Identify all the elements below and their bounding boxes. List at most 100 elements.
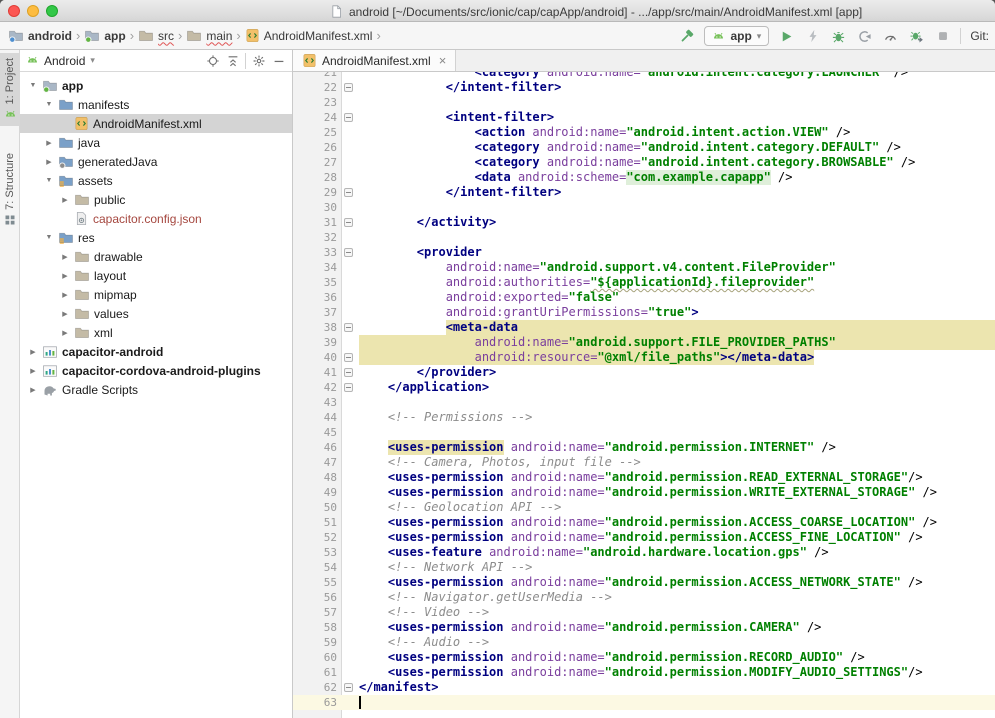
chevron-down-icon[interactable]: ▾: [90, 55, 95, 66]
code-line-51[interactable]: <uses-permission android:name="android.p…: [359, 515, 995, 530]
tree-item-xml[interactable]: ▶xml: [20, 323, 292, 342]
code-line-32[interactable]: [359, 230, 995, 245]
code-line-41[interactable]: </provider>: [359, 365, 995, 380]
tree-item-java[interactable]: ▶java: [20, 133, 292, 152]
collapse-all-button[interactable]: [225, 53, 240, 68]
profiler-button[interactable]: [882, 28, 899, 45]
breadcrumb-item[interactable]: android: [8, 28, 72, 44]
tree-item-assets[interactable]: ▼assets: [20, 171, 292, 190]
tree-item-generatedjava[interactable]: ▶generatedJava: [20, 152, 292, 171]
code-line-60[interactable]: <uses-permission android:name="android.p…: [359, 650, 995, 665]
code-line-46[interactable]: <uses-permission android:name="android.p…: [359, 440, 995, 455]
code-line-56[interactable]: <!-- Navigator.getUserMedia -->: [359, 590, 995, 605]
code-line-61[interactable]: <uses-permission android:name="android.p…: [359, 665, 995, 680]
code-line-44[interactable]: <!-- Permissions -->: [359, 410, 995, 425]
run-config-select[interactable]: app ▾: [704, 26, 769, 46]
code-line-47[interactable]: <!-- Camera, Photos, input file -->: [359, 455, 995, 470]
attach-debugger-button[interactable]: [908, 28, 925, 45]
code-line-27[interactable]: <category android:name="android.intent.c…: [359, 155, 995, 170]
tree-item-values[interactable]: ▶values: [20, 304, 292, 323]
fold-marker-icon[interactable]: [344, 218, 353, 227]
tree-expand-arrow[interactable]: ▶: [60, 253, 70, 261]
code-line-22[interactable]: </intent-filter>: [359, 80, 995, 95]
code-line-39[interactable]: android:name="android.support.FILE_PROVI…: [359, 335, 995, 350]
code-line-50[interactable]: <!-- Geolocation API -->: [359, 500, 995, 515]
code-line-52[interactable]: <uses-permission android:name="android.p…: [359, 530, 995, 545]
structure-tool-button[interactable]: 7: Structure: [0, 148, 20, 231]
breadcrumb-item[interactable]: app: [84, 28, 125, 44]
tree-item-capacitor-config-json[interactable]: capacitor.config.json: [20, 209, 292, 228]
build-hammer-icon[interactable]: [678, 28, 695, 45]
hide-panel-button[interactable]: [271, 53, 286, 68]
run-button[interactable]: [778, 28, 795, 45]
code-line-34[interactable]: android:name="android.support.v4.content…: [359, 260, 995, 275]
code-line-30[interactable]: [359, 200, 995, 215]
code-line-24[interactable]: <intent-filter>: [359, 110, 995, 125]
locate-file-button[interactable]: [205, 53, 220, 68]
tree-item-public[interactable]: ▶public: [20, 190, 292, 209]
project-tool-button[interactable]: 1: Project: [0, 53, 20, 126]
code-line-55[interactable]: <uses-permission android:name="android.p…: [359, 575, 995, 590]
tree-expand-arrow[interactable]: ▶: [60, 291, 70, 299]
breadcrumb-item[interactable]: src: [138, 28, 174, 44]
fold-marker-icon[interactable]: [344, 383, 353, 392]
code-line-58[interactable]: <uses-permission android:name="android.p…: [359, 620, 995, 635]
close-icon[interactable]: ×: [439, 53, 447, 68]
tree-expand-arrow[interactable]: ▶: [60, 310, 70, 318]
tree-item-mipmap[interactable]: ▶mipmap: [20, 285, 292, 304]
code-line-33[interactable]: <provider: [359, 245, 995, 260]
code-line-63[interactable]: [359, 695, 995, 710]
code-line-21[interactable]: <category android:name="android.intent.c…: [359, 72, 995, 80]
tree-item-gradle-scripts[interactable]: ▶Gradle Scripts: [20, 380, 292, 399]
code-line-29[interactable]: </intent-filter>: [359, 185, 995, 200]
code-line-62[interactable]: </manifest>: [359, 680, 995, 695]
tree-expand-arrow[interactable]: ▶: [28, 367, 38, 375]
fold-marker-icon[interactable]: [344, 83, 353, 92]
tree-expand-arrow[interactable]: ▼: [28, 82, 38, 89]
tree-expand-arrow[interactable]: ▶: [28, 348, 38, 356]
fold-marker-icon[interactable]: [344, 368, 353, 377]
tree-expand-arrow[interactable]: ▶: [28, 386, 38, 394]
tree-expand-arrow[interactable]: ▶: [44, 158, 54, 166]
close-window-button[interactable]: [8, 5, 20, 17]
tree-item-drawable[interactable]: ▶drawable: [20, 247, 292, 266]
code-line-26[interactable]: <category android:name="android.intent.c…: [359, 140, 995, 155]
tree-item-capacitor-android[interactable]: ▶capacitor-android: [20, 342, 292, 361]
code-line-45[interactable]: [359, 425, 995, 440]
code-line-40[interactable]: android:resource="@xml/file_paths"></met…: [359, 350, 995, 365]
code-editor[interactable]: <category android:name="android.intent.c…: [359, 72, 995, 718]
tree-item-app[interactable]: ▼app: [20, 76, 292, 95]
fold-marker-icon[interactable]: [344, 683, 353, 692]
fold-marker-icon[interactable]: [344, 188, 353, 197]
breadcrumb-item[interactable]: main: [186, 28, 232, 44]
code-line-23[interactable]: [359, 95, 995, 110]
tree-item-manifests[interactable]: ▼manifests: [20, 95, 292, 114]
tree-expand-arrow[interactable]: ▶: [60, 329, 70, 337]
tree-expand-arrow[interactable]: ▶: [44, 139, 54, 147]
code-line-35[interactable]: android:authorities="${applicationId}.fi…: [359, 275, 995, 290]
code-line-48[interactable]: <uses-permission android:name="android.p…: [359, 470, 995, 485]
tree-item-androidmanifest-xml[interactable]: AndroidManifest.xml: [20, 114, 292, 133]
project-view-selector[interactable]: Android: [44, 54, 85, 68]
apply-changes-button[interactable]: [856, 28, 873, 45]
code-line-49[interactable]: <uses-permission android:name="android.p…: [359, 485, 995, 500]
code-line-31[interactable]: </activity>: [359, 215, 995, 230]
tab-androidmanifest[interactable]: AndroidManifest.xml ×: [293, 50, 456, 71]
fold-marker-icon[interactable]: [344, 113, 353, 122]
code-line-54[interactable]: <!-- Network API -->: [359, 560, 995, 575]
fold-marker-icon[interactable]: [344, 248, 353, 257]
minimize-window-button[interactable]: [27, 5, 39, 17]
settings-gear-icon[interactable]: [251, 53, 266, 68]
debug-button[interactable]: [830, 28, 847, 45]
fold-marker-icon[interactable]: [344, 323, 353, 332]
code-line-53[interactable]: <uses-feature android:name="android.hard…: [359, 545, 995, 560]
code-line-28[interactable]: <data android:scheme="com.example.capapp…: [359, 170, 995, 185]
tree-expand-arrow[interactable]: ▶: [60, 272, 70, 280]
code-line-57[interactable]: <!-- Video -->: [359, 605, 995, 620]
fold-marker-icon[interactable]: [344, 353, 353, 362]
code-line-38[interactable]: <meta-data: [359, 320, 995, 335]
code-line-43[interactable]: [359, 395, 995, 410]
zoom-window-button[interactable]: [46, 5, 58, 17]
tree-item-layout[interactable]: ▶layout: [20, 266, 292, 285]
tree-expand-arrow[interactable]: ▼: [44, 234, 54, 241]
